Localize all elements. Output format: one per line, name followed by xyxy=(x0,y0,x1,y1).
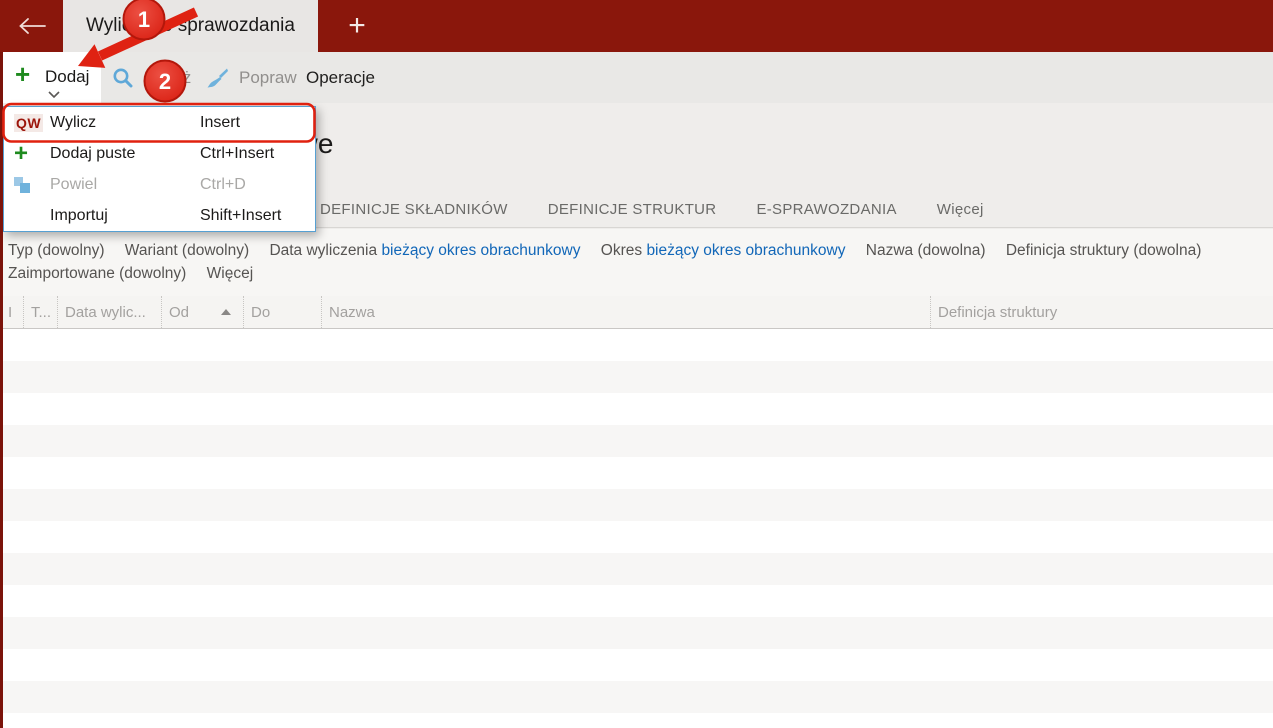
plus-icon: + xyxy=(348,9,366,42)
chevron-down-icon xyxy=(48,91,60,99)
brush-icon xyxy=(207,68,228,87)
show-button[interactable]: Pokaż xyxy=(111,52,191,103)
menu-item-importuj[interactable]: Importuj Shift+Insert xyxy=(4,200,315,231)
table-row[interactable] xyxy=(3,361,1273,393)
table-row[interactable] xyxy=(3,649,1273,681)
edit-button-label: Popraw xyxy=(239,67,297,87)
table-row[interactable] xyxy=(3,553,1273,585)
window-title-bar: Wyliczone sprawozdania + xyxy=(0,0,1273,52)
sort-ascending-icon xyxy=(221,309,231,315)
tab-definicje-skladnikow[interactable]: DEFINICJE SKŁADNIKÓW xyxy=(320,201,508,218)
shortcut-label: Insert xyxy=(200,113,241,131)
tab-wiecej[interactable]: Więcej xyxy=(937,201,984,218)
filter-bar: Typ (dowolny) Wariant (dowolny) Data wyl… xyxy=(3,229,1273,296)
menu-item-powiel[interactable]: Powiel Ctrl+D xyxy=(4,169,315,200)
table-row[interactable] xyxy=(3,521,1273,553)
window-tab[interactable]: Wyliczone sprawozdania xyxy=(63,0,318,52)
tab-e-sprawozdania[interactable]: E-SPRAWOZDANIA xyxy=(756,201,896,218)
filter-typ[interactable]: Typ (dowolny) xyxy=(8,239,104,262)
new-tab-button[interactable]: + xyxy=(334,0,380,52)
copy-icon xyxy=(14,176,30,193)
column-header-i[interactable]: I xyxy=(3,296,23,328)
window-left-edge xyxy=(0,52,3,728)
filter-zaimportowane[interactable]: Zaimportowane (dowolny) xyxy=(8,262,186,285)
filter-nazwa[interactable]: Nazwa (dowolna) xyxy=(866,239,986,262)
operations-button[interactable]: Operacje xyxy=(306,52,375,103)
shortcut-label: Ctrl+D xyxy=(200,175,246,193)
filter-data-wyliczenia[interactable]: Data wyliczenia bieżący okres obrachunko… xyxy=(269,239,580,262)
menu-item-dodaj-puste[interactable]: + Dodaj puste Ctrl+Insert xyxy=(4,138,315,169)
table-row[interactable] xyxy=(3,489,1273,521)
table-header: I T... Data wylic... Od Do Nazwa Definic… xyxy=(3,296,1273,329)
menu-item-wylicz[interactable]: QW Wylicz Insert xyxy=(4,107,315,138)
table-row[interactable] xyxy=(3,457,1273,489)
column-header-definicja-struktury[interactable]: Definicja struktury xyxy=(930,296,1273,328)
table-row[interactable] xyxy=(3,681,1273,713)
back-button[interactable] xyxy=(0,0,63,52)
edit-button[interactable]: Popraw xyxy=(206,52,297,103)
add-split-button[interactable]: + Dodaj xyxy=(3,52,101,103)
filter-okres[interactable]: Okres bieżący okres obrachunkowy xyxy=(601,239,846,262)
shortcut-label: Shift+Insert xyxy=(200,206,282,224)
filter-wiecej[interactable]: Więcej xyxy=(207,262,254,285)
plus-icon: + xyxy=(14,139,29,167)
add-button-label: Dodaj xyxy=(45,67,90,86)
ribbon-toolbar: + Dodaj Pokaż Popraw Operacje xyxy=(3,52,1273,103)
operations-button-label: Operacje xyxy=(306,67,375,87)
column-header-od[interactable]: Od xyxy=(161,296,243,328)
table-row[interactable] xyxy=(3,425,1273,457)
plus-icon: + xyxy=(15,59,31,89)
window-tab-title: Wyliczone sprawozdania xyxy=(86,15,295,36)
table-row[interactable] xyxy=(3,585,1273,617)
shortcut-label: Ctrl+Insert xyxy=(200,144,275,162)
table-row[interactable] xyxy=(3,393,1273,425)
table-row[interactable] xyxy=(3,713,1273,728)
column-header-data-wyliczenia[interactable]: Data wylic... xyxy=(57,296,161,328)
filter-definicja-struktury[interactable]: Definicja struktury (dowolna) xyxy=(1006,239,1202,262)
table-row[interactable] xyxy=(3,617,1273,649)
add-dropdown-menu: QW Wylicz Insert + Dodaj puste Ctrl+Inse… xyxy=(3,106,316,232)
column-header-do[interactable]: Do xyxy=(243,296,321,328)
column-header-nazwa[interactable]: Nazwa xyxy=(321,296,930,328)
back-arrow-icon xyxy=(18,18,46,34)
table-row[interactable] xyxy=(3,329,1273,361)
show-button-label: Pokaż xyxy=(144,67,192,87)
application-window: Wyliczone sprawozdania + + Dodaj Pokaż P… xyxy=(0,0,1273,728)
tab-definicje-struktur[interactable]: DEFINICJE STRUKTUR xyxy=(548,201,717,218)
qw-calc-icon: QW xyxy=(14,113,44,132)
column-header-typ[interactable]: T... xyxy=(23,296,57,328)
filter-wariant[interactable]: Wariant (dowolny) xyxy=(125,239,249,262)
table-body[interactable] xyxy=(3,329,1273,728)
search-icon xyxy=(113,68,133,87)
